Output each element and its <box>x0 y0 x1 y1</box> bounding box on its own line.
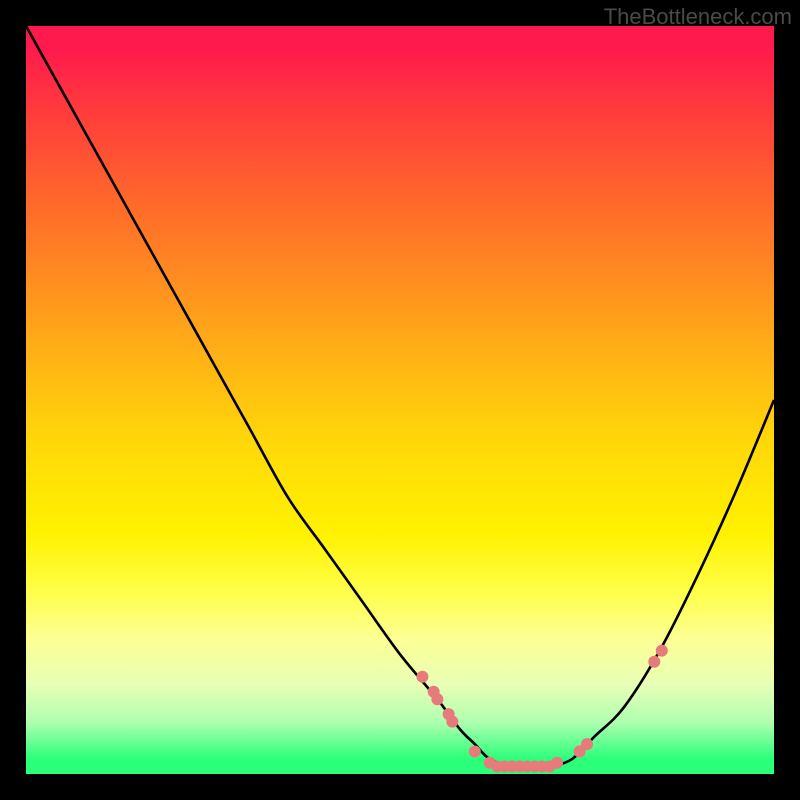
chart-container: TheBottleneck.com <box>0 0 800 800</box>
scatter-points <box>416 645 667 773</box>
scatter-dot <box>469 746 481 758</box>
scatter-dot <box>551 757 563 769</box>
dots-svg <box>26 26 774 774</box>
scatter-dot <box>416 671 428 683</box>
watermark-text: TheBottleneck.com <box>604 4 792 30</box>
scatter-dot <box>656 645 668 657</box>
plot-area <box>26 26 774 774</box>
scatter-dot <box>431 693 443 705</box>
scatter-dot <box>581 738 593 750</box>
scatter-dot <box>446 716 458 728</box>
scatter-dot <box>648 656 660 668</box>
